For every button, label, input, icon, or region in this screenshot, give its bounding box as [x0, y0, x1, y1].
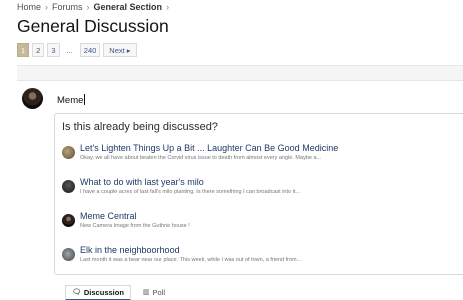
- similar-thread-item[interactable]: What to do with last year's milo I have …: [62, 177, 462, 205]
- similar-threads-panel: Is this already being discussed? Let's L…: [54, 113, 463, 275]
- similar-threads-heading: Is this already being discussed?: [62, 121, 218, 133]
- thread-thumbnail-icon: [62, 214, 75, 227]
- avatar[interactable]: [22, 88, 43, 109]
- similar-thread-snippet: Okay, we all have about beaten the Corvi…: [80, 155, 322, 161]
- similar-thread-title[interactable]: Elk in the neighboorhood: [80, 245, 180, 255]
- discussion-icon: 🗨: [72, 288, 81, 296]
- page-title: General Discussion: [17, 16, 169, 36]
- pagination: 1 2 3 ... 240 Next ▸: [17, 43, 137, 57]
- similar-thread-title[interactable]: Meme Central: [80, 211, 137, 221]
- page-2-button[interactable]: 2: [32, 43, 45, 57]
- page-240-button[interactable]: 240: [79, 43, 101, 57]
- similar-thread-item[interactable]: Let's Lighten Things Up a Bit ... Laught…: [62, 143, 462, 171]
- thread-thumbnail-icon: [62, 146, 75, 159]
- thread-title-value: Meme: [57, 95, 84, 106]
- breadcrumb: Home › Forums › General Section ›: [17, 2, 173, 12]
- page-1-button[interactable]: 1: [17, 43, 30, 57]
- breadcrumb-home[interactable]: Home: [17, 2, 41, 12]
- tab-poll[interactable]: ▥ Poll: [137, 285, 171, 300]
- thread-thumbnail-icon: [62, 248, 75, 261]
- similar-thread-snippet: Last month it was a bear near our place.…: [80, 257, 302, 263]
- thread-list-bar: [17, 65, 463, 81]
- text-caret: [84, 94, 86, 105]
- page-3-button[interactable]: 3: [47, 43, 60, 57]
- similar-thread-title[interactable]: Let's Lighten Things Up a Bit ... Laught…: [80, 143, 338, 153]
- next-page-button[interactable]: Next ▸: [103, 43, 137, 57]
- thread-title-input[interactable]: Meme: [57, 94, 86, 106]
- breadcrumb-separator: ›: [86, 2, 90, 12]
- similar-thread-snippet: New Camera Image from the Guthrie house …: [80, 223, 190, 229]
- tab-discussion[interactable]: 🗨 Discussion: [65, 285, 131, 300]
- page-ellipsis[interactable]: ...: [63, 43, 77, 57]
- tab-discussion-label: Discussion: [83, 287, 124, 297]
- breadcrumb-section[interactable]: General Section: [94, 2, 163, 12]
- similar-thread-item[interactable]: Elk in the neighboorhood Last month it w…: [62, 245, 462, 273]
- similar-thread-title[interactable]: What to do with last year's milo: [80, 177, 204, 187]
- poll-icon: ▥: [142, 289, 150, 296]
- thread-thumbnail-icon: [62, 180, 75, 193]
- post-type-tabs: 🗨 Discussion ▥ Poll: [65, 285, 171, 300]
- breadcrumb-separator: ›: [166, 2, 170, 12]
- tab-poll-label: Poll: [152, 288, 166, 297]
- breadcrumb-separator: ›: [45, 2, 49, 12]
- similar-thread-item[interactable]: Meme Central New Camera Image from the G…: [62, 211, 462, 239]
- breadcrumb-forums[interactable]: Forums: [52, 2, 83, 12]
- similar-thread-snippet: I have a couple acres of last fall's mil…: [80, 189, 300, 195]
